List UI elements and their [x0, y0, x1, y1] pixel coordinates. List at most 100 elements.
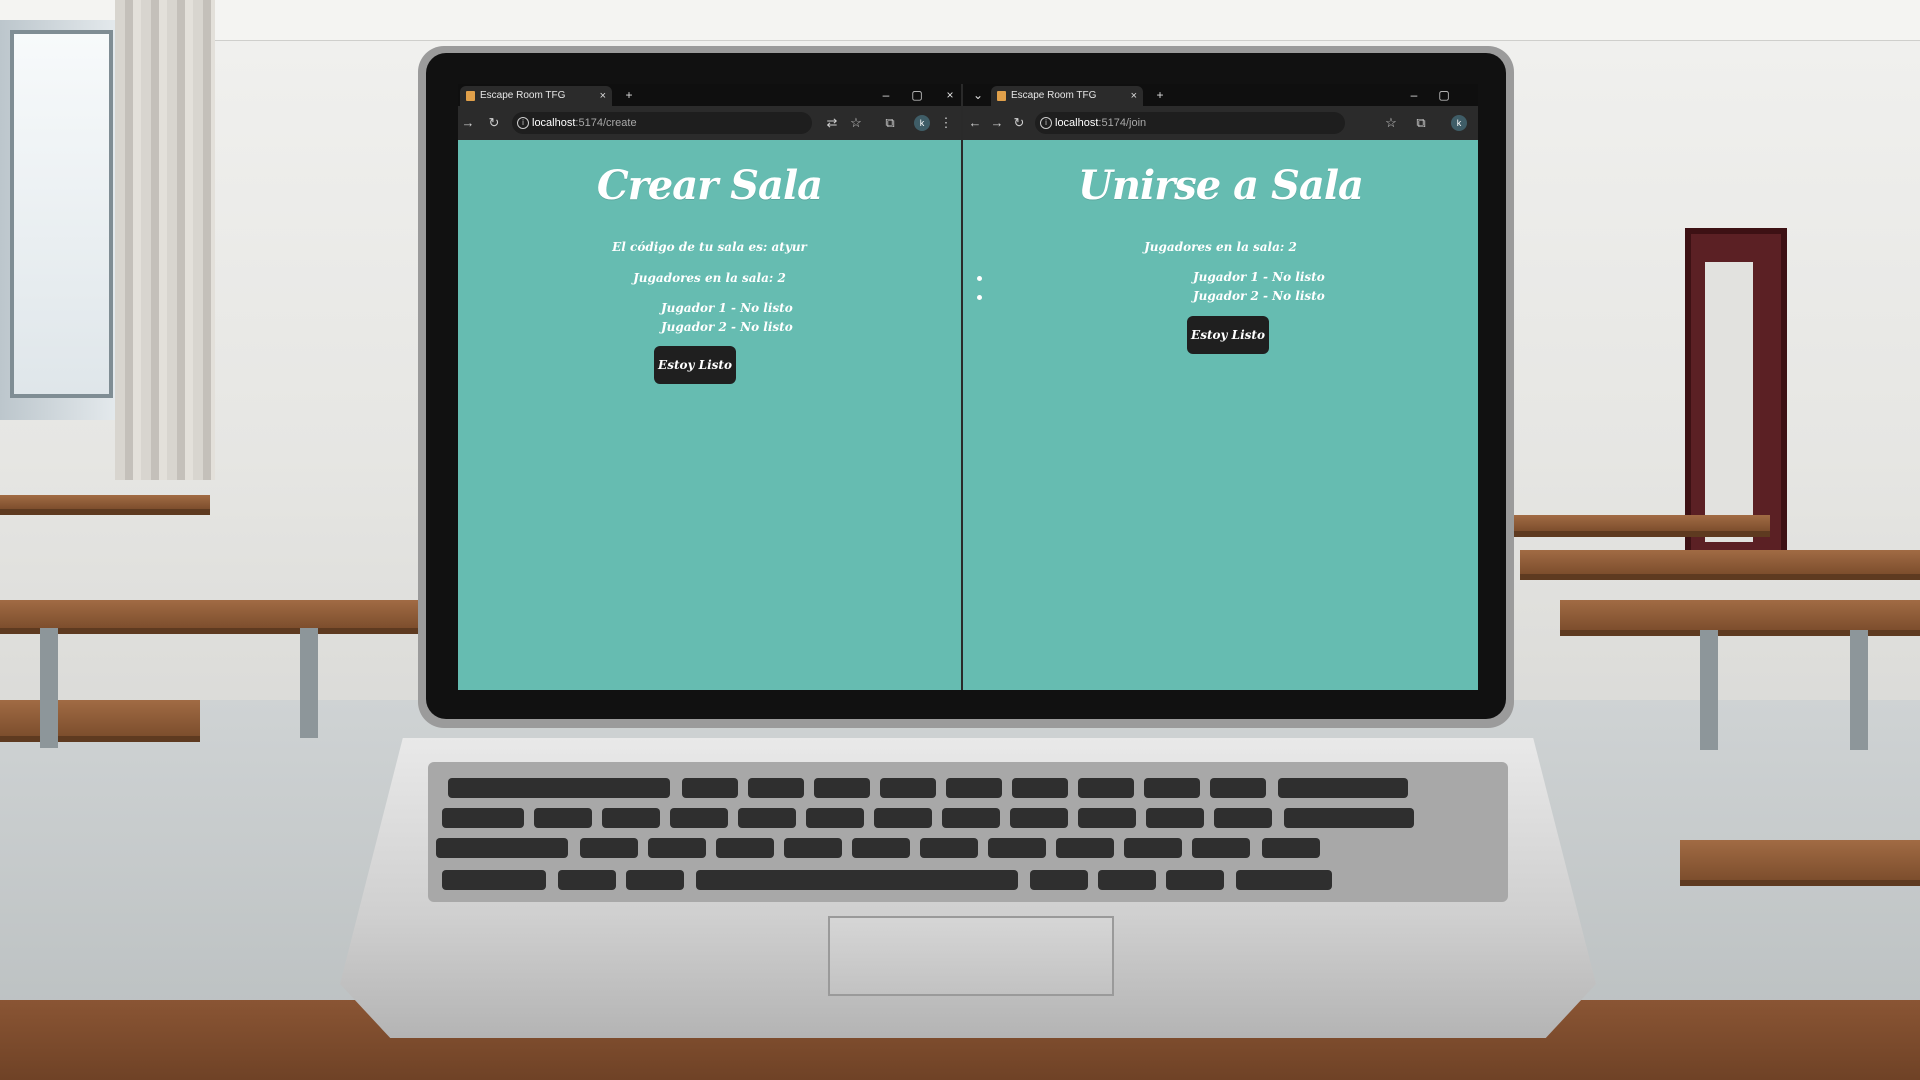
key — [1214, 808, 1272, 828]
key — [988, 838, 1046, 858]
ready-button[interactable]: Estoy Listo — [1187, 316, 1269, 354]
close-tab-icon[interactable]: × — [600, 86, 606, 106]
key — [1146, 808, 1204, 828]
minimize-icon[interactable]: – — [1403, 84, 1425, 106]
close-tab-icon[interactable]: × — [1131, 86, 1137, 106]
extensions-icon[interactable]: ⧉ — [880, 106, 900, 140]
key — [1210, 778, 1266, 798]
maximize-icon[interactable]: ▢ — [1433, 84, 1455, 106]
key — [716, 838, 774, 858]
key — [626, 870, 684, 890]
key — [682, 778, 738, 798]
address-bar: ← → ↻ i localhost:5174/join ☆ ⧉ k — [963, 106, 1478, 140]
key — [920, 838, 978, 858]
minimize-icon[interactable]: – — [875, 84, 897, 106]
favicon-icon — [466, 91, 475, 101]
key — [1124, 838, 1182, 858]
key — [784, 838, 842, 858]
curtain — [115, 0, 215, 480]
key — [448, 778, 670, 798]
close-window-icon[interactable]: × — [939, 84, 961, 106]
tab-title: Escape Room TFG — [480, 90, 566, 101]
address-bar: → ↻ i localhost:5174/create ⇄ ☆ ⧉ k ⋮ — [458, 106, 961, 140]
key — [558, 870, 616, 890]
url-input[interactable]: i localhost:5174/join — [1035, 112, 1345, 134]
list-bullet — [977, 295, 982, 300]
reload-icon[interactable]: ↻ — [484, 106, 504, 140]
trackpad — [828, 916, 1114, 996]
url-path: :5174/create — [575, 117, 637, 129]
key — [880, 778, 936, 798]
desk — [1520, 550, 1920, 580]
info-icon[interactable]: i — [517, 117, 529, 129]
forward-icon[interactable]: → — [987, 106, 1007, 140]
forward-icon[interactable]: → — [458, 106, 478, 140]
url-text: localhost:5174/join — [1055, 112, 1146, 134]
key — [602, 808, 660, 828]
browser-window-create: Escape Room TFG × + – ▢ × → ↻ i localhos… — [458, 84, 961, 690]
key — [1166, 870, 1224, 890]
key — [442, 808, 524, 828]
tab-bar: ⌄ Escape Room TFG × + – ▢ — [963, 84, 1478, 106]
new-tab-icon[interactable]: + — [618, 84, 640, 106]
tab-search-icon[interactable]: ⌄ — [967, 84, 989, 106]
key — [1278, 778, 1408, 798]
key — [1262, 838, 1320, 858]
url-path: :5174/join — [1098, 117, 1147, 129]
key — [1284, 808, 1414, 828]
key — [1030, 870, 1088, 890]
key — [946, 778, 1002, 798]
star-icon[interactable]: ☆ — [1381, 106, 1401, 140]
desk — [1680, 840, 1920, 886]
tab-bar: Escape Room TFG × + – ▢ × — [458, 84, 961, 106]
maximize-icon[interactable]: ▢ — [906, 84, 928, 106]
player-list-item: Jugador 1 - No listo — [661, 301, 793, 315]
browser-tab[interactable]: Escape Room TFG × — [991, 86, 1143, 106]
extensions-icon[interactable]: ⧉ — [1411, 106, 1431, 140]
key — [806, 808, 864, 828]
new-tab-icon[interactable]: + — [1149, 84, 1171, 106]
key — [748, 778, 804, 798]
desk — [0, 600, 420, 634]
star-icon[interactable]: ☆ — [846, 106, 866, 140]
room-code-text: El código de tu sala es: atyur — [612, 240, 807, 254]
url-host: localhost — [1055, 117, 1099, 129]
key — [436, 838, 568, 858]
url-input[interactable]: i localhost:5174/create — [512, 112, 812, 134]
desk — [1500, 515, 1770, 537]
ready-button[interactable]: Estoy Listo — [654, 346, 736, 384]
laptop-screen: Escape Room TFG × + – ▢ × → ↻ i localhos… — [458, 84, 1478, 690]
player-list-item: Jugador 2 - No listo — [1193, 289, 1325, 303]
reload-icon[interactable]: ↻ — [1009, 106, 1029, 140]
key — [852, 838, 910, 858]
player-list-item: Jugador 1 - No listo — [1193, 270, 1325, 284]
back-icon[interactable]: ← — [965, 106, 985, 140]
profile-avatar[interactable]: k — [1451, 115, 1467, 131]
players-count-text: Jugadores en la sala: 2 — [633, 271, 786, 285]
key — [442, 870, 546, 890]
page-title: Unirse a Sala — [1078, 162, 1364, 209]
key — [696, 870, 1018, 890]
key — [1010, 808, 1068, 828]
translate-icon[interactable]: ⇄ — [822, 106, 842, 140]
desk-leg — [1850, 630, 1868, 750]
desk — [0, 495, 210, 515]
tab-title: Escape Room TFG — [1011, 90, 1097, 101]
key — [1192, 838, 1250, 858]
menu-icon[interactable]: ⋮ — [936, 106, 956, 140]
players-count-text: Jugadores en la sala: 2 — [1144, 240, 1297, 254]
ceiling — [0, 0, 1920, 41]
keyboard — [428, 762, 1508, 902]
browser-tab[interactable]: Escape Room TFG × — [460, 86, 612, 106]
info-icon[interactable]: i — [1040, 117, 1052, 129]
key — [670, 808, 728, 828]
key — [738, 808, 796, 828]
favicon-icon — [997, 91, 1006, 101]
browser-window-join: ⌄ Escape Room TFG × + – ▢ ← → ↻ i localh… — [963, 84, 1478, 690]
page-content: Unirse a Sala Jugadores en la sala: 2 Ju… — [963, 140, 1478, 690]
player-list-item: Jugador 2 - No listo — [661, 320, 793, 334]
key — [534, 808, 592, 828]
key — [1012, 778, 1068, 798]
key — [874, 808, 932, 828]
profile-avatar[interactable]: k — [914, 115, 930, 131]
